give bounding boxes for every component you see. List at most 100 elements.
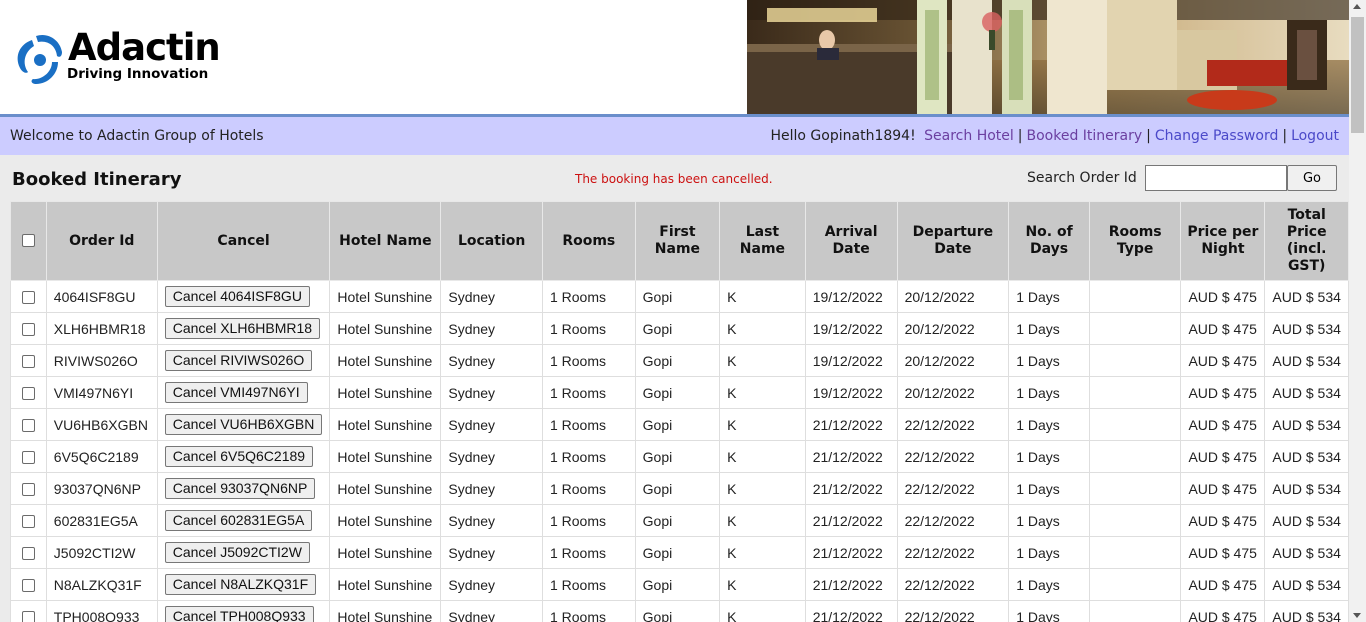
- cancel-order-button[interactable]: Cancel TPH008Q933: [164, 606, 314, 622]
- arrival-date-cell: 21/12/2022: [804, 568, 898, 601]
- cancel-order-button[interactable]: Cancel 6V5Q6C2189: [164, 446, 314, 467]
- cancel-order-button[interactable]: Cancel 4064ISF8GU: [164, 286, 310, 307]
- header: Adactin Driving Innovation: [0, 0, 1349, 114]
- departure-date-cell: 22/12/2022: [896, 504, 1010, 537]
- col-departure-date: Departure Date: [896, 201, 1010, 281]
- first-name-cell: Gopi: [634, 312, 721, 345]
- order-id-cell: N8ALZKQ31F: [45, 568, 158, 601]
- departure-date-cell: 20/12/2022: [896, 344, 1010, 377]
- cancel-cell: Cancel J5092CTI2W: [156, 536, 331, 569]
- cancel-order-button[interactable]: Cancel XLH6HBMR18: [164, 318, 321, 339]
- no-of-days-cell: 1 Days: [1008, 440, 1090, 473]
- scroll-down-arrow-icon[interactable]: [1353, 613, 1361, 618]
- departure-date-cell: 22/12/2022: [896, 472, 1010, 505]
- scrollbar-thumb[interactable]: [1351, 17, 1364, 133]
- first-name-cell: Gopi: [634, 344, 721, 377]
- logo-brand: Adactin: [68, 26, 221, 69]
- nav-separator: |: [1282, 128, 1288, 144]
- price-per-night-cell: AUD $ 475: [1180, 344, 1266, 377]
- arrival-date-cell: 19/12/2022: [804, 344, 898, 377]
- row-select-cell: [10, 472, 47, 505]
- nav-link-logout[interactable]: Logout: [1291, 128, 1339, 144]
- last-name-cell: K: [719, 376, 806, 409]
- arrival-date-cell: 19/12/2022: [804, 280, 898, 313]
- cancel-order-button[interactable]: Cancel VU6HB6XGBN: [164, 414, 323, 435]
- order-id-cell: 4064ISF8GU: [45, 280, 158, 313]
- scroll-up-arrow-icon[interactable]: [1353, 4, 1361, 9]
- rooms-cell: 1 Rooms: [541, 376, 636, 409]
- col-rooms: Rooms: [541, 201, 636, 281]
- price-per-night-cell: AUD $ 475: [1180, 504, 1266, 537]
- rooms-type-cell: [1088, 504, 1182, 537]
- nav-link-change-password[interactable]: Change Password: [1155, 128, 1278, 144]
- order-id-cell: VMI497N6YI: [45, 376, 158, 409]
- row-select-checkbox[interactable]: [21, 547, 35, 561]
- arrival-date-cell: 21/12/2022: [804, 536, 898, 569]
- row-select-checkbox[interactable]: [21, 387, 35, 401]
- select-all-checkbox[interactable]: [21, 234, 35, 247]
- arrival-date-cell: 21/12/2022: [804, 440, 898, 473]
- row-select-cell: [10, 280, 47, 313]
- row-select-checkbox[interactable]: [21, 291, 35, 305]
- location-cell: Sydney: [440, 280, 543, 313]
- row-select-checkbox[interactable]: [21, 419, 35, 433]
- row-select-checkbox[interactable]: [21, 611, 35, 622]
- no-of-days-cell: 1 Days: [1008, 376, 1090, 409]
- cancel-order-button[interactable]: Cancel 602831EG5A: [164, 510, 313, 531]
- arrival-date-cell: 21/12/2022: [804, 600, 898, 622]
- order-id-cell: TPH008Q933: [45, 600, 158, 622]
- rooms-type-cell: [1088, 536, 1182, 569]
- cancel-cell: Cancel VMI497N6YI: [156, 376, 331, 409]
- row-select-checkbox[interactable]: [21, 323, 35, 337]
- go-button[interactable]: Go: [1287, 165, 1337, 191]
- search-order-input[interactable]: [1145, 165, 1287, 191]
- rooms-cell: 1 Rooms: [541, 472, 636, 505]
- row-select-checkbox[interactable]: [21, 451, 35, 465]
- col-order-id: Order Id: [45, 201, 158, 281]
- cancel-cell: Cancel VU6HB6XGBN: [156, 408, 331, 441]
- col-cancel: Cancel: [156, 201, 331, 281]
- total-price-cell: AUD $ 534: [1264, 376, 1349, 409]
- cancel-cell: Cancel N8ALZKQ31F: [156, 568, 331, 601]
- page-title: Booked Itinerary: [12, 169, 182, 190]
- total-price-cell: AUD $ 534: [1264, 312, 1349, 345]
- row-select-checkbox[interactable]: [21, 483, 35, 497]
- table-row: RIVIWS026O Cancel RIVIWS026O Hotel Sunshin…: [10, 344, 1349, 377]
- cancel-cell: Cancel 6V5Q6C2189: [156, 440, 331, 473]
- location-cell: Sydney: [440, 504, 543, 537]
- table-row: XLH6HBMR18 Cancel XLH6HBMR18 Hotel Sunshin…: [10, 312, 1349, 345]
- order-id-cell: 93037QN6NP: [45, 472, 158, 505]
- cancel-order-button[interactable]: Cancel RIVIWS026O: [164, 350, 313, 371]
- price-per-night-cell: AUD $ 475: [1180, 440, 1266, 473]
- row-select-checkbox[interactable]: [21, 515, 35, 529]
- row-select-checkbox[interactable]: [21, 355, 35, 369]
- total-price-cell: AUD $ 534: [1264, 600, 1349, 622]
- last-name-cell: K: [719, 408, 806, 441]
- rooms-cell: 1 Rooms: [541, 504, 636, 537]
- rooms-cell: 1 Rooms: [541, 312, 636, 345]
- cancel-order-button[interactable]: Cancel J5092CTI2W: [164, 542, 310, 563]
- price-per-night-cell: AUD $ 475: [1180, 600, 1266, 622]
- row-select-cell: [10, 536, 47, 569]
- row-select-cell: [10, 600, 47, 622]
- row-select-cell: [10, 376, 47, 409]
- row-select-checkbox[interactable]: [21, 579, 35, 593]
- nav-link-booked-itinerary[interactable]: Booked Itinerary: [1027, 128, 1143, 144]
- total-price-cell: AUD $ 534: [1264, 344, 1349, 377]
- col-hotel-name: Hotel Name: [329, 201, 442, 281]
- nav-link-search-hotel[interactable]: Search Hotel: [924, 128, 1014, 144]
- cancel-order-button[interactable]: Cancel VMI497N6YI: [164, 382, 308, 403]
- location-cell: Sydney: [440, 600, 543, 622]
- logo: Adactin Driving Innovation: [14, 28, 234, 88]
- table-row: 602831EG5A Cancel 602831EG5A Hotel Sunshin…: [10, 504, 1349, 537]
- departure-date-cell: 22/12/2022: [896, 600, 1010, 622]
- vertical-scrollbar[interactable]: [1349, 0, 1366, 622]
- location-cell: Sydney: [440, 408, 543, 441]
- cancel-order-button[interactable]: Cancel N8ALZKQ31F: [164, 574, 317, 595]
- last-name-cell: K: [719, 568, 806, 601]
- arrival-date-cell: 19/12/2022: [804, 376, 898, 409]
- cancel-order-button[interactable]: Cancel 93037QN6NP: [164, 478, 316, 499]
- logo-tagline: Driving Innovation: [67, 66, 209, 82]
- no-of-days-cell: 1 Days: [1008, 504, 1090, 537]
- total-price-cell: AUD $ 534: [1264, 440, 1349, 473]
